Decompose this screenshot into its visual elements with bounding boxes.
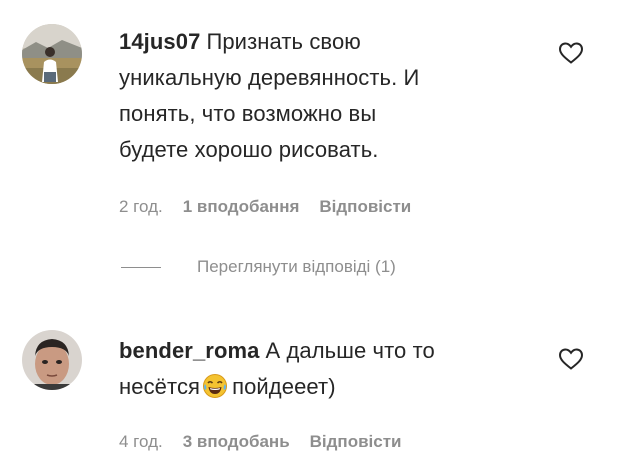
comment-meta: 2 год. 1 вподобання Відповісти bbox=[119, 197, 431, 217]
comment-time[interactable]: 2 год. bbox=[119, 197, 163, 216]
view-replies-label: Переглянути відповіді (1) bbox=[197, 257, 396, 276]
heart-outline-icon bbox=[558, 42, 584, 64]
comment-username[interactable]: 14jus07 bbox=[119, 29, 200, 54]
comment-text-line: пойдееет) bbox=[232, 374, 336, 399]
heart-outline-icon bbox=[558, 348, 584, 370]
comment-username[interactable]: bender_roma bbox=[119, 338, 259, 363]
user-avatar-landscape-icon bbox=[22, 24, 82, 84]
comment-meta: 4 год. 3 вподобань Відповісти bbox=[119, 432, 422, 452]
comment-text-line: уникальную деревянность. И bbox=[119, 65, 420, 90]
comment-text-line: А дальше что то bbox=[265, 338, 435, 363]
reply-button[interactable]: Відповісти bbox=[310, 432, 402, 451]
like-button[interactable] bbox=[558, 41, 584, 65]
comment-likes[interactable]: 3 вподобань bbox=[183, 432, 290, 451]
comment-likes[interactable]: 1 вподобання bbox=[183, 197, 300, 216]
comment-text-line: понять, что возможно вы bbox=[119, 101, 377, 126]
avatar[interactable] bbox=[22, 24, 82, 84]
comment-text-line: несётся bbox=[119, 374, 201, 399]
user-avatar-face-icon bbox=[22, 330, 82, 390]
like-button[interactable] bbox=[558, 347, 584, 371]
comment-text: bender_roma А дальше что то несётся пойде… bbox=[119, 333, 549, 405]
divider-line bbox=[121, 266, 161, 268]
comment-time[interactable]: 4 год. bbox=[119, 432, 163, 451]
avatar[interactable] bbox=[22, 330, 82, 390]
comment-text-line: будете хорошо рисовать. bbox=[119, 137, 379, 162]
view-replies-button[interactable]: Переглянути відповіді (1) bbox=[121, 257, 396, 277]
comment-text: 14jus07 Признать свою уникальную деревянн… bbox=[119, 24, 549, 168]
comment-text-line: Признать свою bbox=[206, 29, 361, 54]
reply-button[interactable]: Відповісти bbox=[319, 197, 411, 216]
tears-of-joy-emoji-icon bbox=[203, 374, 228, 398]
